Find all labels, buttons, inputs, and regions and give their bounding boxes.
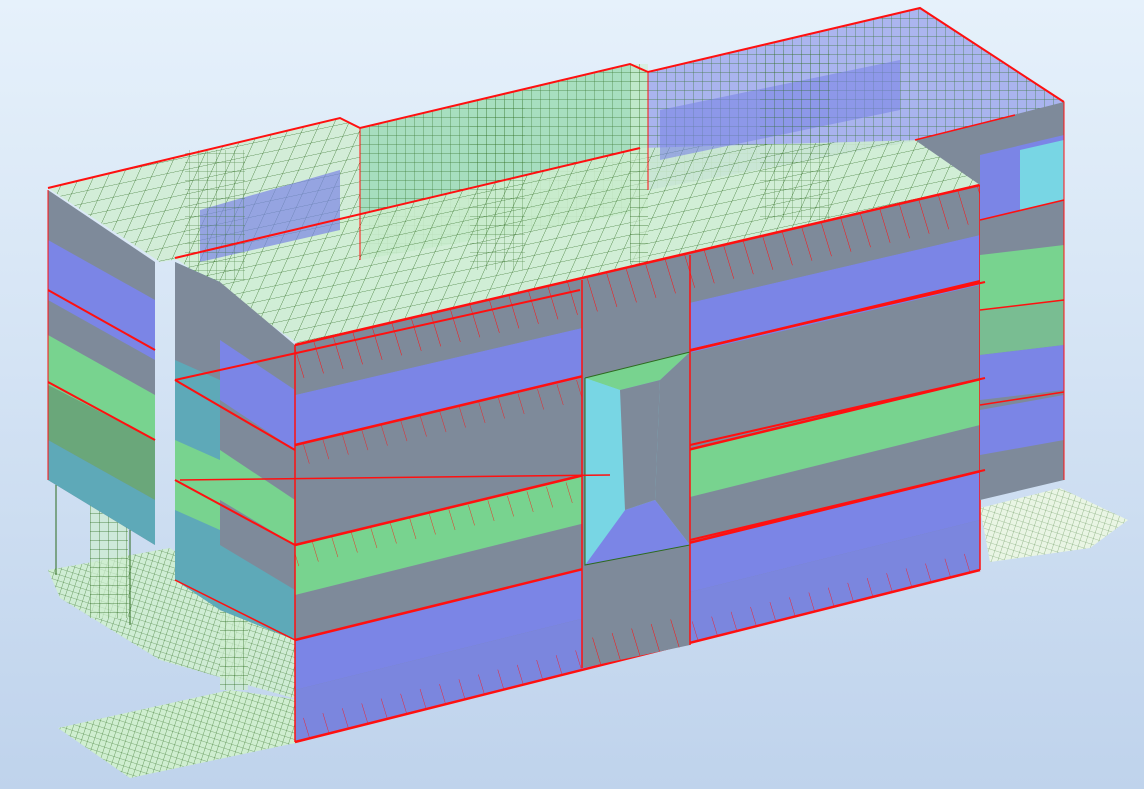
model-view[interactable]: [0, 0, 1144, 789]
3d-viewport[interactable]: [0, 0, 1144, 789]
entrance-bay: [581, 255, 691, 668]
